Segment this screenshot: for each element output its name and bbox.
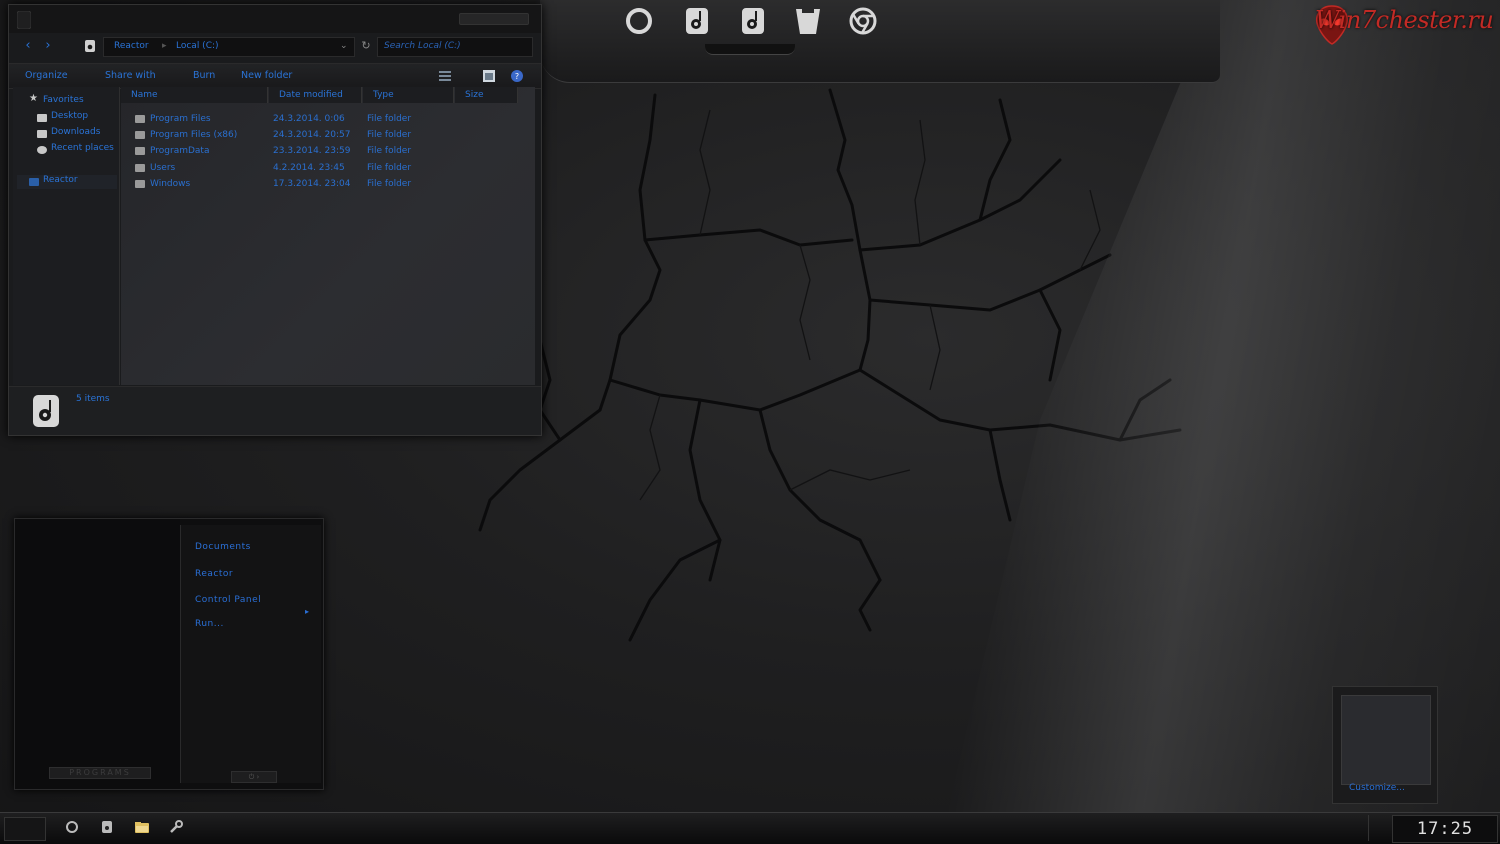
refresh-icon[interactable]: ↻ (359, 39, 373, 53)
customize-link[interactable]: Customize... (1349, 783, 1405, 793)
start-button[interactable] (4, 817, 46, 841)
file-list: Name Date modified Type Size Program Fil… (121, 87, 535, 385)
downloads-icon (37, 130, 47, 138)
organize-button[interactable]: Organize (25, 70, 68, 81)
start-item-run[interactable]: Run... (195, 619, 224, 629)
disk-small-icon (85, 40, 95, 52)
column-name[interactable]: Name (121, 87, 268, 103)
nav-recent-places[interactable]: Recent places (51, 143, 114, 153)
start-menu-places-pane: Documents Reactor Control Panel ▸ Run...… (180, 525, 321, 783)
new-folder-button[interactable]: New folder (241, 70, 292, 81)
dock-notch (705, 44, 795, 55)
watermark: Win7chester.ru (1315, 6, 1494, 34)
help-icon[interactable]: ? (511, 70, 523, 82)
column-size[interactable]: Size (455, 87, 518, 103)
forward-arrow-icon[interactable]: › (41, 39, 55, 53)
show-desktop-button[interactable] (1368, 815, 1387, 841)
breadcrumb-separator: ▸ (162, 41, 167, 51)
start-item-control-panel[interactable]: Control Panel (195, 595, 261, 605)
search-placeholder: Search Local (C:) (384, 41, 461, 51)
back-arrow-icon[interactable]: ‹ (21, 39, 35, 53)
clock[interactable]: 17:25 (1392, 815, 1498, 843)
start-item-documents[interactable]: Documents (195, 542, 251, 552)
table-row[interactable]: Windows 17.3.2014. 23:04 File folder (121, 177, 535, 193)
breadcrumb-local-c[interactable]: Local (C:) (176, 41, 219, 51)
disk-icon-2[interactable] (739, 7, 767, 35)
folder-icon (135, 147, 145, 155)
table-row[interactable]: Program Files (x86) 24.3.2014. 20:57 File … (121, 128, 535, 144)
start-menu: PROGRAMS Documents Reactor Control Panel… (14, 518, 324, 790)
star-icon: ★ (29, 93, 38, 104)
all-programs-button[interactable]: PROGRAMS (49, 767, 151, 779)
item-count: 5 items (76, 394, 110, 404)
wrench-taskbar-icon[interactable] (168, 819, 184, 835)
start-item-reactor[interactable]: Reactor (195, 569, 233, 579)
address-bar[interactable]: Reactor ▸ Local (C:) ⌄ (103, 37, 355, 57)
ring-icon[interactable] (625, 7, 653, 35)
nav-favorites[interactable]: Favorites (43, 95, 84, 105)
burn-button[interactable]: Burn (193, 70, 215, 81)
chevron-down-icon[interactable]: ⌄ (340, 41, 348, 51)
view-options-icon[interactable] (439, 71, 451, 81)
folder-icon (135, 180, 145, 188)
nav-reactor[interactable]: Reactor (43, 175, 78, 185)
chrome-icon[interactable] (849, 7, 877, 35)
gadget-screen (1341, 695, 1431, 785)
address-row: ‹ › Reactor ▸ Local (C:) ⌄ ↻ Search Loca… (13, 35, 537, 59)
table-row[interactable]: ProgramData 23.3.2014. 23:59 File folder (121, 144, 535, 160)
recent-places-icon (37, 146, 47, 154)
chevron-right-icon: ▸ (305, 607, 310, 616)
window-icon (17, 11, 31, 29)
folder-taskbar-icon[interactable] (134, 819, 150, 835)
search-input[interactable]: Search Local (C:) (377, 37, 533, 57)
navigation-pane: ★ Favorites Desktop Downloads Recent pla… (13, 87, 120, 385)
shutdown-button[interactable]: ⏻ › (231, 771, 277, 783)
taskbar: 17:25 (0, 812, 1500, 844)
folder-icon (135, 164, 145, 172)
command-bar: Organize Share with Burn New folder ? (9, 63, 541, 89)
share-with-button[interactable]: Share with (105, 70, 156, 81)
folder-icon (135, 131, 145, 139)
reactor-icon (29, 178, 39, 186)
disk-taskbar-icon[interactable] (99, 819, 115, 835)
desktop-gadget: Customize... (1332, 686, 1438, 804)
nav-downloads[interactable]: Downloads (51, 127, 100, 137)
explorer-window[interactable]: ‹ › Reactor ▸ Local (C:) ⌄ ↻ Search Loca… (8, 4, 542, 436)
ring-taskbar-icon[interactable] (64, 819, 80, 835)
nav-desktop[interactable]: Desktop (51, 111, 88, 121)
column-date-modified[interactable]: Date modified (269, 87, 362, 103)
folder-icon (135, 115, 145, 123)
start-menu-programs-pane: PROGRAMS (15, 519, 180, 789)
desktop-icon (37, 114, 47, 122)
explorer-titlebar[interactable] (9, 5, 541, 33)
table-row[interactable]: Program Files 24.3.2014. 0:06 File folder (121, 112, 535, 128)
drive-icon (33, 395, 59, 427)
cup-icon[interactable] (794, 7, 822, 35)
breadcrumb-reactor[interactable]: Reactor (114, 41, 149, 51)
details-pane: 5 items (9, 386, 541, 435)
disk-icon[interactable] (683, 7, 711, 35)
column-type[interactable]: Type (363, 87, 454, 103)
caption-buttons[interactable] (459, 13, 529, 25)
preview-pane-icon[interactable] (483, 70, 495, 82)
table-row[interactable]: Users 4.2.2014. 23:45 File folder (121, 161, 535, 177)
svg-text:?: ? (515, 72, 519, 81)
